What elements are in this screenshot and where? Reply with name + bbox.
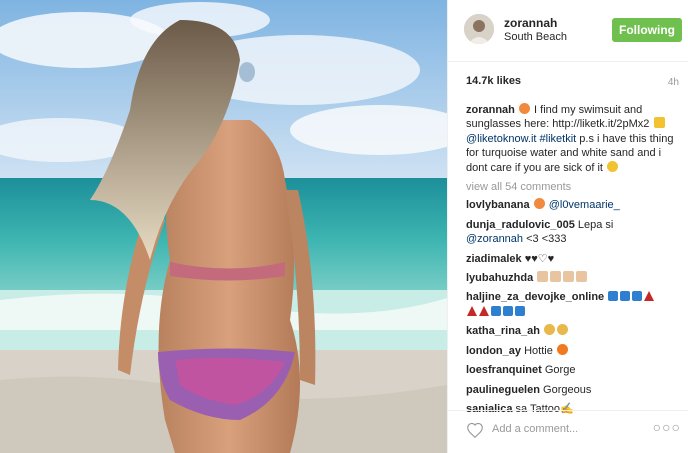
caption-username[interactable]: zorannah	[466, 104, 515, 116]
anchor-emoji-icon	[632, 291, 643, 302]
comments-list: zorannah I find my swimsuit and sunglass…	[466, 103, 684, 421]
comment: paulineguelen Gorgeous	[466, 383, 684, 397]
comment-username[interactable]: haljine_za_devojke_online	[466, 291, 604, 303]
comment-text: Lepa si	[577, 218, 614, 231]
anchor-emoji-icon	[515, 305, 525, 316]
caption: zorannah I find my swimsuit and sunglass…	[466, 103, 684, 175]
beach-photo	[0, 0, 447, 453]
comment-username[interactable]: loesfranquinet	[466, 364, 542, 376]
thumbs-up-emoji-icon	[563, 271, 575, 283]
comment: lyubahuzhda	[466, 271, 684, 285]
dress-emoji-icon	[644, 291, 655, 302]
caption-hashtag[interactable]: #liketkit	[540, 133, 577, 145]
more-options-icon[interactable]: ○○○	[653, 419, 681, 435]
comment-mention[interactable]: @zorannah	[466, 233, 523, 245]
comment-mention[interactable]: @l0vemaarie_	[549, 199, 620, 211]
lightning-emoji-icon	[653, 117, 665, 129]
dress-emoji-icon	[479, 305, 489, 316]
comment-text: <3 <333	[526, 233, 567, 246]
thumbs-up-emoji-icon	[537, 271, 549, 283]
dress-emoji-icon	[467, 305, 477, 316]
likes-count[interactable]: 14.7k likes	[466, 75, 521, 87]
comment-username[interactable]: dunja_radulovic_005	[466, 219, 575, 231]
comment: london_ay Hottie	[466, 343, 684, 358]
comment: loesfranquinet Gorge	[466, 363, 684, 377]
instagram-post: zorannah South Beach Following 14.7k lik…	[0, 0, 688, 453]
anchor-emoji-icon	[608, 291, 619, 302]
comment-text: ♥♥♡♥	[524, 252, 555, 265]
post-time[interactable]: 4h	[668, 77, 679, 88]
thumbs-up-emoji-icon	[576, 271, 588, 283]
comment-username[interactable]: lyubahuzhda	[466, 272, 533, 284]
anchor-emoji-icon	[491, 305, 501, 316]
avatar-image	[464, 14, 494, 44]
comment-username[interactable]: paulineguelen	[466, 384, 540, 396]
comment-username[interactable]: katha_rina_ah	[466, 325, 540, 337]
comment: haljine_za_devojke_online	[466, 290, 684, 319]
comment-text: Gorge	[544, 364, 576, 377]
comment-text: Gorgeous	[543, 383, 592, 396]
comment: dunja_radulovic_005 Lepa si @zorannah <3…	[466, 218, 684, 247]
comment: lovlybanana @l0vemaarie_	[466, 198, 684, 212]
anchor-emoji-icon	[620, 291, 631, 302]
comment-footer: Add a comment... ○○○	[448, 410, 688, 453]
add-comment-input[interactable]: Add a comment...	[492, 423, 578, 435]
heart-icon-svg	[467, 422, 483, 439]
emoji-icon	[533, 198, 545, 210]
view-all-comments[interactable]: view all 54 comments	[466, 180, 684, 194]
post-details-panel: zorannah South Beach Following 14.7k lik…	[447, 0, 688, 453]
post-header: zorannah South Beach Following	[448, 0, 688, 62]
avatar[interactable]	[464, 14, 494, 44]
emoji-icon	[518, 103, 530, 114]
post-photo[interactable]	[0, 0, 447, 453]
following-button[interactable]: Following	[612, 18, 682, 42]
anchor-emoji-icon	[503, 305, 513, 316]
ok-hand-emoji-icon	[557, 324, 569, 336]
comment: ziadimalek ♥♥♡♥	[466, 252, 684, 266]
post-location[interactable]: South Beach	[504, 31, 567, 43]
caption-mention[interactable]: @liketoknow.it	[466, 133, 536, 145]
fire-emoji-icon	[556, 343, 568, 355]
ok-hand-emoji-icon	[544, 324, 556, 336]
heart-icon[interactable]	[466, 422, 484, 441]
comment: katha_rina_ah	[466, 324, 684, 338]
comment-username[interactable]: london_ay	[466, 345, 521, 357]
laughing-emoji-icon	[607, 160, 619, 172]
comment-username[interactable]: lovlybanana	[466, 199, 530, 211]
comment-username[interactable]: ziadimalek	[466, 253, 522, 265]
comment-text: Hottie	[524, 344, 553, 357]
post-username[interactable]: zorannah	[504, 16, 557, 30]
thumbs-up-emoji-icon	[550, 271, 562, 283]
